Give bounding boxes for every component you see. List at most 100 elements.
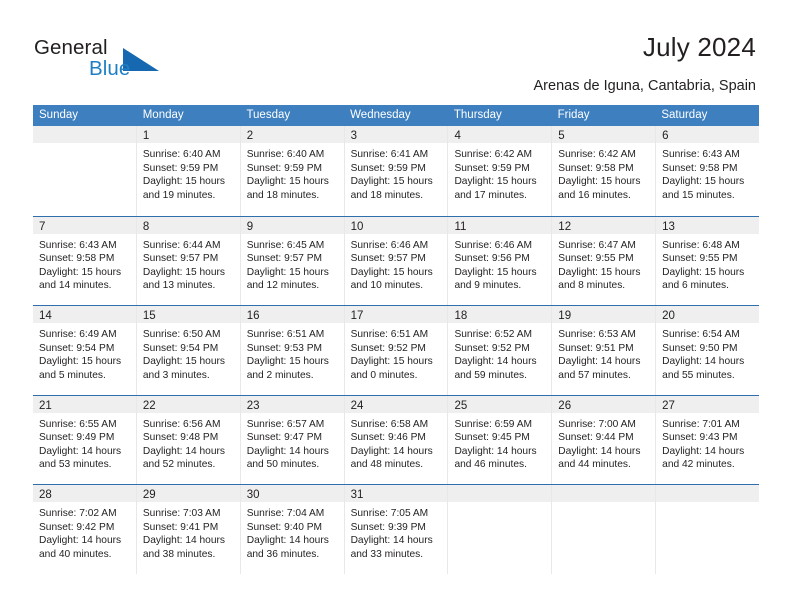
day-cell-27[interactable]: 27 Sunrise: 7:01 AM Sunset: 9:43 PM Dayligh…: [656, 395, 760, 484]
day-cell-9[interactable]: 9 Sunrise: 6:45 AM Sunset: 9:57 PM Daylight…: [240, 216, 345, 305]
day-number-band: 25: [448, 395, 552, 413]
day-cell-29[interactable]: 29 Sunrise: 7:03 AM Sunset: 9:41 PM Dayligh…: [136, 485, 241, 574]
daylight-text: Daylight: 14 hours: [350, 445, 433, 457]
day-number-band: 1: [136, 126, 240, 143]
daylight-text-cont: and 46 minutes.: [454, 459, 527, 471]
sunset-text: Sunset: 9:57 PM: [350, 253, 426, 265]
day-cell-18[interactable]: 18 Sunrise: 6:52 AM Sunset: 9:52 PM Dayligh…: [448, 306, 553, 395]
sunrise-text: Sunrise: 7:03 AM: [142, 508, 221, 519]
sunrise-text: Sunrise: 6:46 AM: [454, 239, 533, 251]
day-details: Sunrise: 6:55 AM Sunset: 9:49 PM Daylight:…: [33, 413, 136, 472]
sunset-text: Sunset: 9:46 PM: [350, 432, 426, 444]
day-details: Sunrise: 6:43 AM Sunset: 9:58 PM Daylight:…: [656, 143, 759, 202]
daylight-text: Daylight: 14 hours: [662, 356, 745, 368]
day-details: Sunrise: 6:40 AM Sunset: 9:59 PM Daylight:…: [137, 143, 240, 202]
daylight-text: Daylight: 15 hours: [39, 356, 122, 368]
day-details: Sunrise: 6:48 AM Sunset: 9:55 PM Daylight:…: [656, 234, 759, 293]
day-number: 11: [454, 220, 467, 233]
daylight-text: Daylight: 15 hours: [454, 266, 537, 278]
day-cell-19[interactable]: 19 Sunrise: 6:53 AM Sunset: 9:51 PM Dayligh…: [552, 306, 657, 395]
daylight-text: Daylight: 14 hours: [558, 356, 641, 368]
daylight-text: Daylight: 15 hours: [142, 356, 225, 368]
day-cell-21[interactable]: 21 Sunrise: 6:55 AM Sunset: 9:49 PM Dayligh…: [33, 395, 137, 484]
day-number-band: 16: [240, 306, 344, 323]
day-number-band: 22: [136, 395, 240, 413]
day-number: 9: [246, 220, 254, 233]
sunset-text: Sunset: 9:54 PM: [39, 342, 115, 354]
daylight-text-cont: and 16 minutes.: [558, 189, 631, 201]
day-cell-31[interactable]: 31 Sunrise: 7:05 AM Sunset: 9:39 PM Dayligh…: [344, 485, 449, 574]
day-cell-4[interactable]: 4 Sunrise: 6:42 AM Sunset: 9:59 PM Daylight…: [448, 126, 553, 216]
sunrise-text: Sunrise: 7:04 AM: [246, 508, 325, 519]
sunrise-text: Sunrise: 6:44 AM: [142, 239, 221, 251]
day-cell-2[interactable]: 2 Sunrise: 6:40 AM Sunset: 9:59 PM Daylight…: [240, 126, 345, 216]
daylight-text: Daylight: 14 hours: [39, 535, 122, 547]
sunset-text: Sunset: 9:59 PM: [350, 162, 426, 174]
sunrise-text: Sunrise: 6:40 AM: [246, 149, 325, 160]
sunset-text: Sunset: 9:59 PM: [142, 162, 219, 174]
day-cell-3[interactable]: 3 Sunrise: 6:41 AM Sunset: 9:59 PM Daylight…: [344, 126, 449, 216]
day-cell-15[interactable]: 15 Sunrise: 6:50 AM Sunset: 9:54 PM Dayligh…: [136, 306, 241, 395]
sunset-text: Sunset: 9:52 PM: [454, 342, 530, 354]
daylight-text: Daylight: 15 hours: [350, 266, 433, 278]
daylight-text-cont: and 50 minutes.: [246, 459, 320, 471]
day-cell-10[interactable]: 10 Sunrise: 6:46 AM Sunset: 9:57 PM Dayligh…: [344, 216, 449, 305]
day-cell-11[interactable]: 11 Sunrise: 6:46 AM Sunset: 9:56 PM Dayligh…: [448, 216, 553, 305]
daylight-text-cont: and 40 minutes.: [39, 548, 112, 560]
day-cell-8[interactable]: 8 Sunrise: 6:44 AM Sunset: 9:57 PM Daylight…: [136, 216, 241, 305]
weekday-header-sunday: Sunday: [39, 109, 79, 121]
day-details: Sunrise: 7:05 AM Sunset: 9:39 PM Daylight:…: [345, 502, 448, 561]
day-number-band: 9: [240, 216, 344, 234]
day-details: [33, 143, 136, 148]
day-cell-20[interactable]: 20 Sunrise: 6:54 AM Sunset: 9:50 PM Dayligh…: [656, 306, 760, 395]
day-cell-22[interactable]: 22 Sunrise: 6:56 AM Sunset: 9:48 PM Dayligh…: [136, 395, 241, 484]
day-number: 1: [142, 130, 150, 142]
day-cell-17[interactable]: 17 Sunrise: 6:51 AM Sunset: 9:52 PM Dayligh…: [344, 306, 449, 395]
day-cell-30[interactable]: 30 Sunrise: 7:04 AM Sunset: 9:40 PM Dayligh…: [240, 485, 345, 574]
day-cell-24[interactable]: 24 Sunrise: 6:58 AM Sunset: 9:46 PM Dayligh…: [344, 395, 449, 484]
day-number: 8: [142, 220, 150, 233]
day-cell-14[interactable]: 14 Sunrise: 6:49 AM Sunset: 9:54 PM Dayligh…: [33, 306, 137, 395]
day-cell-7[interactable]: 7 Sunrise: 6:43 AM Sunset: 9:58 PM Daylight…: [33, 216, 137, 305]
daylight-text: Daylight: 15 hours: [454, 176, 537, 188]
daylight-text-cont: and 2 minutes.: [246, 369, 314, 381]
day-details: Sunrise: 6:53 AM Sunset: 9:51 PM Daylight:…: [552, 323, 655, 382]
day-details: Sunrise: 7:02 AM Sunset: 9:42 PM Daylight:…: [33, 502, 136, 561]
daylight-text: Daylight: 14 hours: [454, 445, 537, 457]
calendar-week-row: 14 Sunrise: 6:49 AM Sunset: 9:54 PM Dayligh…: [33, 305, 760, 395]
sunset-text: Sunset: 9:48 PM: [142, 432, 219, 444]
sunset-text: Sunset: 9:41 PM: [142, 521, 219, 533]
sunrise-text: Sunrise: 6:42 AM: [454, 149, 533, 160]
day-number-band: 3: [344, 126, 448, 143]
daylight-text-cont: and 33 minutes.: [350, 548, 424, 560]
day-cell-6[interactable]: 6 Sunrise: 6:43 AM Sunset: 9:58 PM Daylight…: [656, 126, 760, 216]
day-cell-23[interactable]: 23 Sunrise: 6:57 AM Sunset: 9:47 PM Dayligh…: [240, 395, 345, 484]
sunrise-text: Sunrise: 6:55 AM: [39, 418, 117, 430]
day-cell-1[interactable]: 1 Sunrise: 6:40 AM Sunset: 9:59 PM Daylight…: [136, 126, 241, 216]
sunrise-text: Sunrise: 6:49 AM: [39, 329, 117, 340]
daylight-text-cont: and 18 minutes.: [246, 189, 320, 201]
day-number-band: 12: [552, 216, 656, 234]
daylight-text-cont: and 48 minutes.: [350, 459, 424, 471]
day-cell-28[interactable]: 28 Sunrise: 7:02 AM Sunset: 9:42 PM Dayligh…: [33, 485, 137, 574]
day-cell-12[interactable]: 12 Sunrise: 6:47 AM Sunset: 9:55 PM Dayligh…: [552, 216, 657, 305]
calendar-weeks: 1 Sunrise: 6:40 AM Sunset: 9:59 PM Daylight…: [33, 126, 760, 574]
day-cell-16[interactable]: 16 Sunrise: 6:51 AM Sunset: 9:53 PM Dayligh…: [240, 306, 345, 395]
day-details: Sunrise: 6:52 AM Sunset: 9:52 PM Daylight:…: [448, 323, 551, 382]
day-details: Sunrise: 6:51 AM Sunset: 9:52 PM Daylight:…: [345, 323, 448, 382]
weekday-header-thursday: Thursday: [453, 109, 502, 121]
day-details: Sunrise: 6:57 AM Sunset: 9:47 PM Daylight:…: [241, 413, 344, 472]
day-cell-26[interactable]: 26 Sunrise: 7:00 AM Sunset: 9:44 PM Dayligh…: [552, 395, 657, 484]
day-number-band: 27: [656, 395, 760, 413]
day-cell-13[interactable]: 13 Sunrise: 6:48 AM Sunset: 9:55 PM Dayligh…: [656, 216, 760, 305]
daylight-text-cont: and 10 minutes.: [350, 280, 424, 292]
day-cell-25[interactable]: 25 Sunrise: 6:59 AM Sunset: 9:45 PM Dayligh…: [448, 395, 553, 484]
sunrise-text: Sunrise: 6:48 AM: [662, 239, 740, 251]
day-number: 12: [558, 220, 572, 233]
day-details: [448, 502, 551, 507]
daylight-text: Daylight: 15 hours: [662, 176, 745, 188]
day-details: Sunrise: 6:50 AM Sunset: 9:54 PM Daylight:…: [137, 323, 240, 382]
day-details: Sunrise: 6:49 AM Sunset: 9:54 PM Daylight:…: [33, 323, 136, 382]
day-cell-5[interactable]: 5 Sunrise: 6:42 AM Sunset: 9:58 PM Daylight…: [552, 126, 657, 216]
sunset-text: Sunset: 9:58 PM: [39, 253, 115, 265]
